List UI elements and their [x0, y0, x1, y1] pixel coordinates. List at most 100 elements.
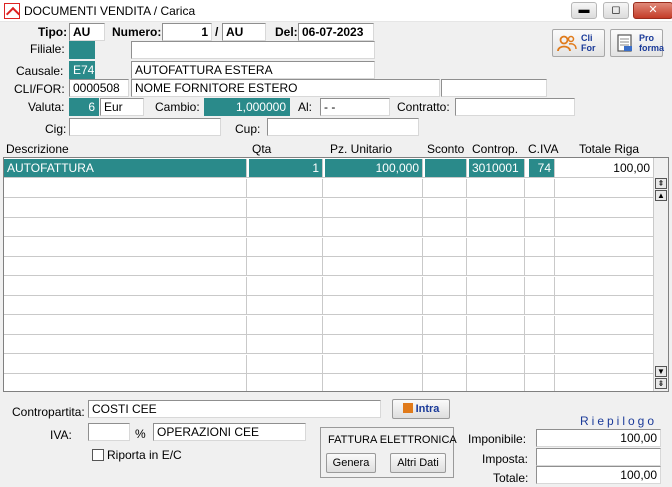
scroll-bottom-icon[interactable]: ⇟	[655, 378, 667, 389]
clifor-extra-field[interactable]	[441, 79, 547, 97]
document-lines-grid[interactable]: AUTOFATTURA 1 100,000 3010001 74 100,00 …	[3, 157, 669, 392]
grid-cell[interactable]	[425, 179, 467, 197]
grid-cell[interactable]	[325, 354, 423, 373]
grid-cell[interactable]	[469, 374, 525, 391]
table-row[interactable]	[4, 276, 654, 296]
grid-cell[interactable]	[249, 374, 323, 391]
grid-cell[interactable]	[469, 335, 525, 353]
grid-cell[interactable]	[529, 335, 555, 353]
grid-cell[interactable]	[325, 276, 423, 295]
table-row[interactable]	[4, 335, 654, 354]
cup-field[interactable]	[267, 118, 419, 136]
grid-cell[interactable]	[325, 335, 423, 353]
grid-cell[interactable]	[425, 218, 467, 236]
date-field[interactable]: 06-07-2023	[298, 23, 374, 41]
grid-cell[interactable]	[325, 237, 423, 256]
grid-cell[interactable]	[249, 237, 323, 256]
grid-cell[interactable]	[469, 218, 525, 236]
grid-cell[interactable]	[325, 315, 423, 334]
grid-cell[interactable]	[425, 354, 467, 373]
totale-field[interactable]: 100,00	[536, 466, 661, 484]
cell-controp[interactable]: 3010001	[469, 159, 525, 177]
grid-cell[interactable]	[4, 296, 247, 314]
scroll-top-icon[interactable]: ⇞	[655, 178, 667, 189]
grid-cell[interactable]	[4, 354, 247, 373]
scroll-up-icon[interactable]: ▲	[655, 190, 667, 201]
grid-cell[interactable]	[425, 237, 467, 256]
cell-descrizione[interactable]: AUTOFATTURA	[4, 159, 247, 177]
grid-cell[interactable]	[469, 276, 525, 295]
grid-cell[interactable]	[559, 335, 654, 353]
grid-cell[interactable]	[4, 198, 247, 217]
grid-cell[interactable]	[529, 374, 555, 391]
grid-cell[interactable]	[325, 218, 423, 236]
imposta-field[interactable]	[536, 448, 661, 466]
grid-cell[interactable]	[249, 296, 323, 314]
minimize-button[interactable]: ▬	[571, 2, 597, 19]
table-row[interactable]	[4, 354, 654, 374]
grid-cell[interactable]	[249, 315, 323, 334]
grid-cell[interactable]	[249, 218, 323, 236]
grid-cell[interactable]	[559, 315, 654, 334]
grid-cell[interactable]	[249, 335, 323, 353]
grid-cell[interactable]	[529, 315, 555, 334]
table-row[interactable]	[4, 315, 654, 335]
grid-cell[interactable]	[469, 257, 525, 275]
table-row[interactable]	[4, 218, 654, 237]
grid-cell[interactable]	[529, 296, 555, 314]
grid-cell[interactable]	[4, 315, 247, 334]
grid-cell[interactable]	[529, 354, 555, 373]
cell-civa[interactable]: 74	[529, 159, 555, 177]
grid-cell[interactable]	[4, 179, 247, 197]
grid-cell[interactable]	[249, 179, 323, 197]
grid-cell[interactable]	[559, 296, 654, 314]
clifor-button[interactable]: Cli For	[552, 29, 605, 57]
grid-cell[interactable]	[4, 335, 247, 353]
table-row[interactable]	[4, 179, 654, 198]
grid-cell[interactable]	[249, 257, 323, 275]
grid-cell[interactable]	[559, 237, 654, 256]
grid-cell[interactable]	[325, 257, 423, 275]
cig-field[interactable]	[69, 118, 221, 136]
grid-cell[interactable]	[425, 257, 467, 275]
grid-cell[interactable]	[325, 296, 423, 314]
numero-suffix-field[interactable]: AU	[222, 23, 266, 41]
tipo-field[interactable]: AU	[69, 23, 105, 41]
al-date-field[interactable]: - -	[320, 98, 390, 116]
grid-cell[interactable]	[529, 237, 555, 256]
grid-cell[interactable]	[469, 315, 525, 334]
table-row[interactable]	[4, 198, 654, 218]
valuta-code-field[interactable]: 6	[69, 98, 99, 116]
grid-cell[interactable]	[4, 276, 247, 295]
grid-cell[interactable]	[529, 218, 555, 236]
grid-cell[interactable]	[425, 374, 467, 391]
grid-cell[interactable]	[425, 296, 467, 314]
table-row[interactable]	[4, 374, 654, 391]
grid-cell[interactable]	[559, 218, 654, 236]
grid-cell[interactable]	[4, 218, 247, 236]
table-row[interactable]	[4, 257, 654, 276]
cambio-field[interactable]: 1,000000	[204, 98, 290, 116]
genera-button[interactable]: Genera	[326, 453, 376, 473]
cell-totale-riga[interactable]: 100,00	[559, 159, 654, 177]
grid-cell[interactable]	[559, 198, 654, 217]
cell-qta[interactable]: 1	[249, 159, 323, 177]
riporta-checkbox[interactable]	[92, 449, 104, 461]
grid-cell[interactable]	[559, 276, 654, 295]
grid-scrollbar[interactable]: ⇞ ▲ ▼ ⇟	[653, 158, 668, 391]
iva-description-field[interactable]: OPERAZIONI CEE	[153, 423, 306, 441]
contratto-field[interactable]	[455, 98, 575, 116]
grid-cell[interactable]	[325, 374, 423, 391]
clifor-name-field[interactable]: NOME FORNITORE ESTERO	[131, 79, 440, 97]
grid-cell[interactable]	[559, 374, 654, 391]
causale-description-field[interactable]: AUTOFATTURA ESTERA	[131, 61, 375, 79]
imponibile-field[interactable]: 100,00	[536, 429, 661, 447]
grid-cell[interactable]	[4, 374, 247, 391]
contropartita-field[interactable]: COSTI CEE	[88, 400, 381, 418]
grid-cell[interactable]	[249, 354, 323, 373]
table-row[interactable]: AUTOFATTURA 1 100,000 3010001 74 100,00	[4, 159, 654, 178]
scroll-down-icon[interactable]: ▼	[655, 366, 667, 377]
maximize-button[interactable]: ◻	[603, 2, 629, 19]
grid-cell[interactable]	[469, 354, 525, 373]
table-row[interactable]	[4, 237, 654, 257]
